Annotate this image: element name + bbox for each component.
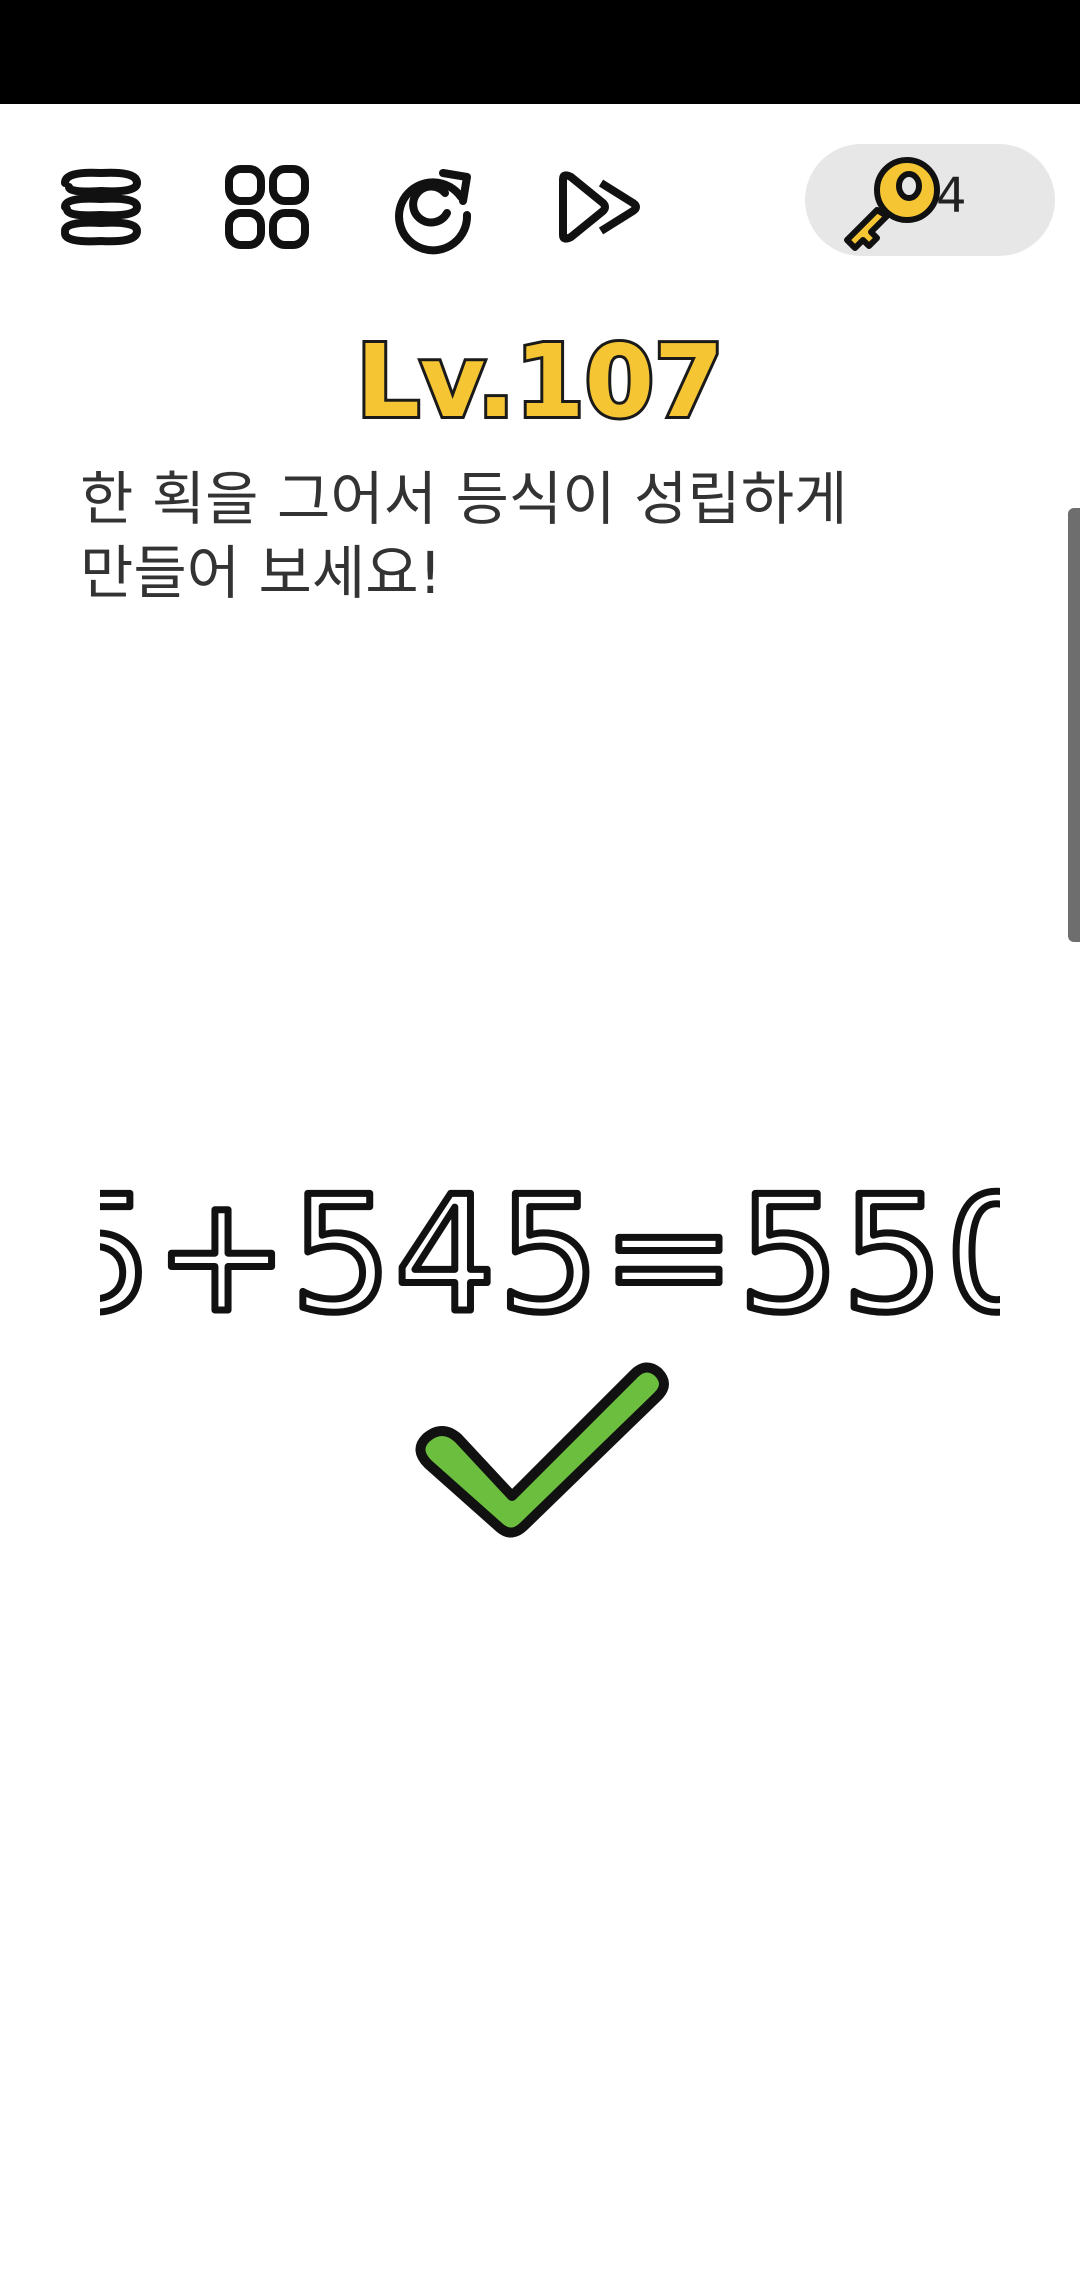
skip-button[interactable] — [546, 152, 656, 262]
hint-counter-button[interactable] — [805, 144, 1055, 256]
menu-icon — [61, 168, 142, 246]
hint-count: 4 — [936, 168, 967, 224]
level-number: Lv.107 — [356, 323, 723, 438]
status-bar — [0, 0, 1080, 104]
grid-icon — [225, 165, 309, 249]
equation-text: 5+545=550 — [100, 1161, 1000, 1348]
menu-button[interactable] — [46, 152, 156, 262]
top-toolbar: 4 — [0, 104, 1080, 304]
levels-button[interactable] — [212, 152, 322, 262]
question-text: 한 획을 그어서 등식이 성립하게 만들어 보세요! — [80, 462, 980, 610]
side-scroll-handle[interactable] — [1068, 508, 1080, 942]
key-icon — [844, 157, 940, 251]
checkmark-icon — [415, 1362, 669, 1538]
restart-icon — [395, 169, 472, 255]
restart-button[interactable] — [378, 152, 488, 262]
fast-forward-icon — [559, 171, 640, 243]
level-title: Lv.107 — [0, 318, 1080, 443]
question-line-2: 만들어 보세요! — [80, 539, 442, 607]
question-line-1: 한 획을 그어서 등식이 성립하게 — [80, 465, 848, 533]
equation-canvas[interactable]: 5+545=550 — [47, 1140, 1051, 1360]
